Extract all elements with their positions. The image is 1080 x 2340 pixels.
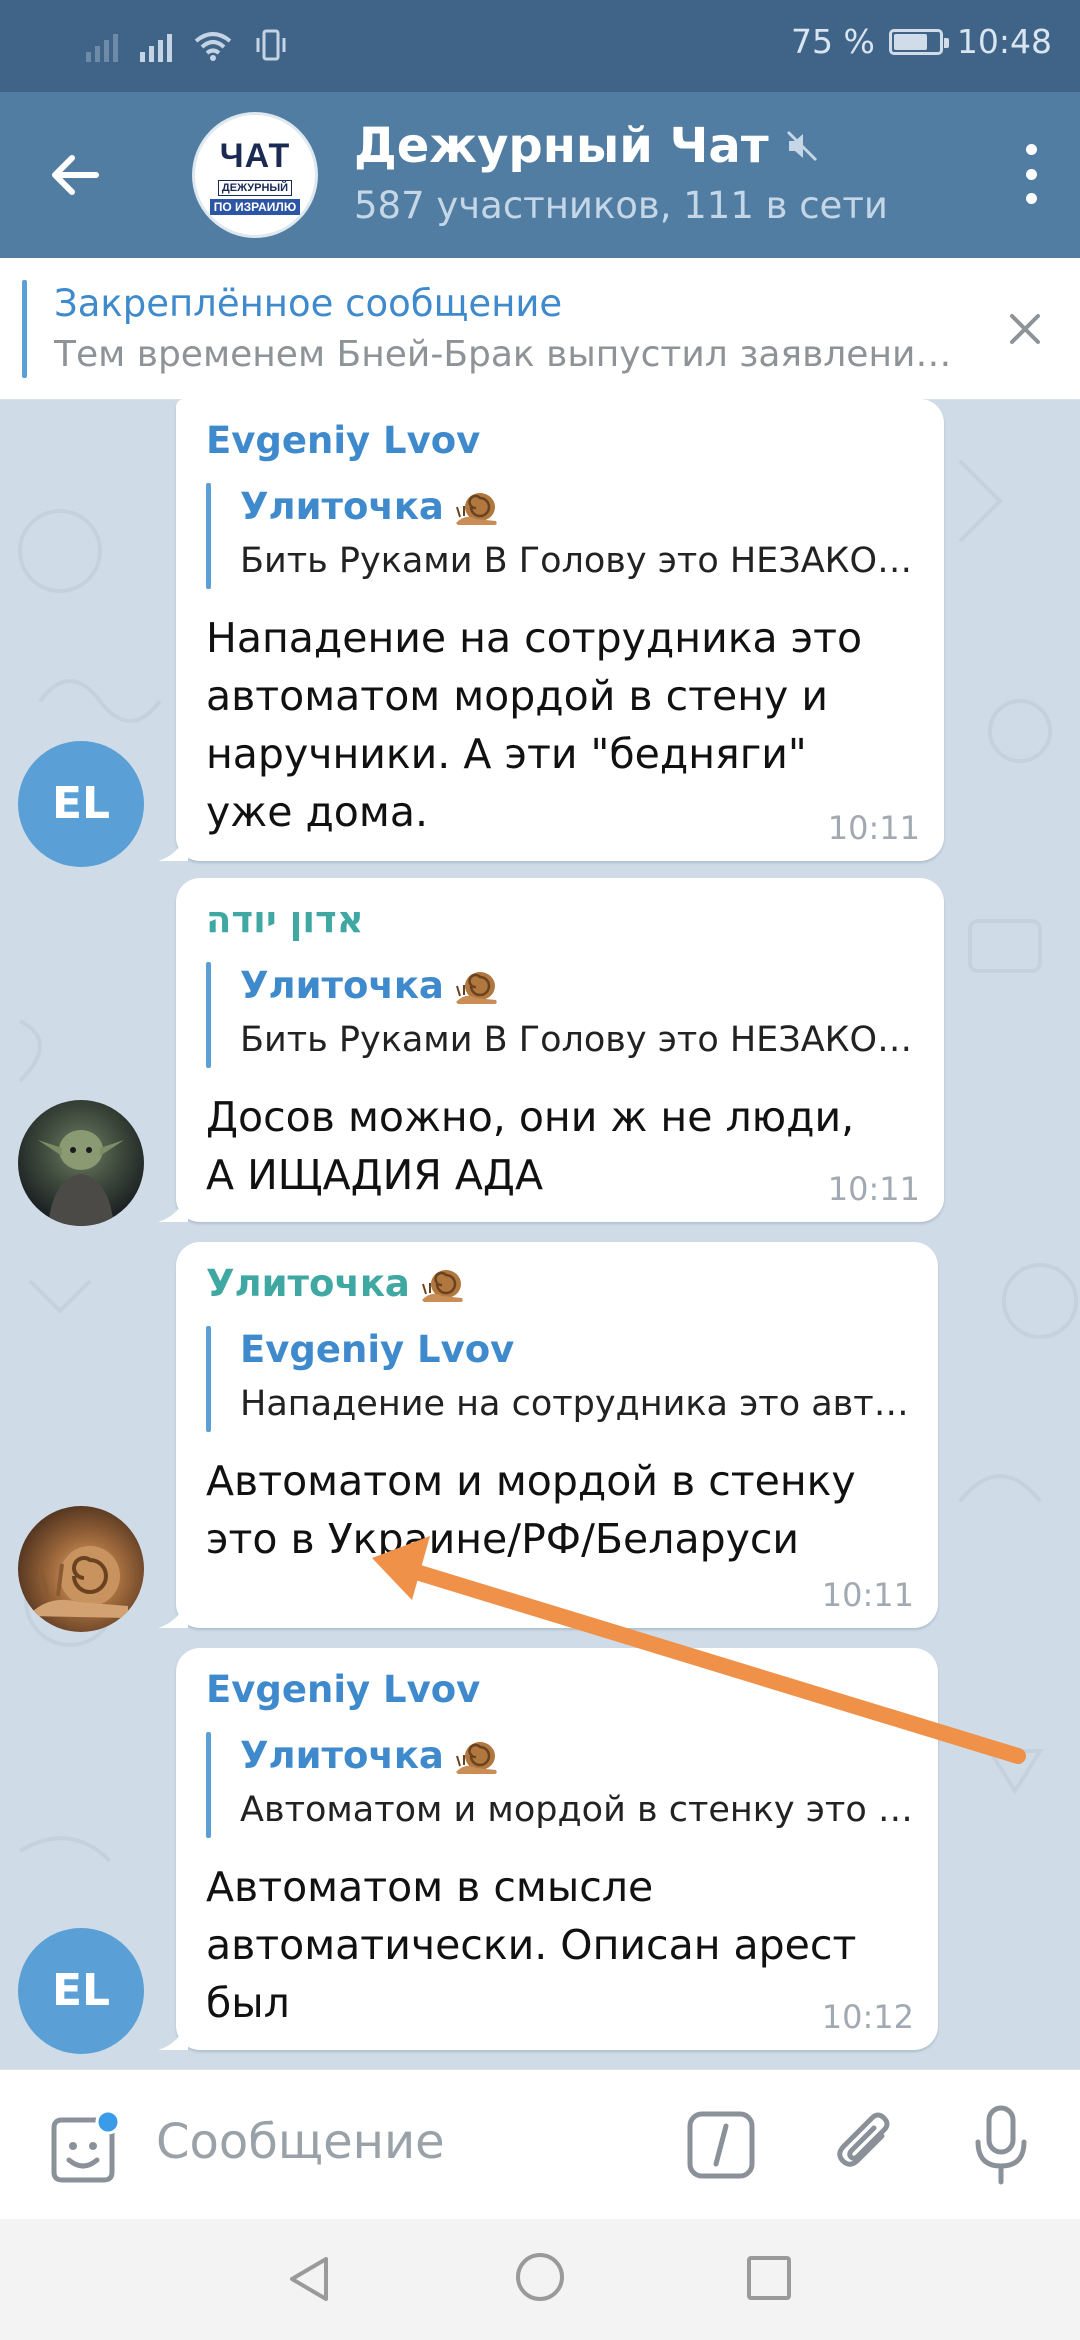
message-sender-name: Улиточка [206, 1262, 410, 1305]
message-sender[interactable]: Evgeniy Lvov [206, 419, 480, 462]
bubble-tail [158, 2022, 188, 2050]
back-arrow-icon[interactable] [40, 140, 110, 210]
yoda-avatar-image [38, 1130, 124, 1226]
avatar[interactable]: EL [18, 741, 144, 867]
muted-icon [786, 130, 817, 162]
message-2[interactable]: אדון יודה Улиточка Бить Руками В Голову … [0, 878, 1080, 1228]
reply-sender: Улиточка [240, 1734, 444, 1777]
snail-avatar-image [28, 1546, 128, 1618]
system-navigation-bar [0, 2219, 1080, 2340]
pinned-accent-bar [22, 280, 27, 378]
bubble-tail [158, 833, 188, 861]
message-4[interactable]: Evgeniy Lvov Улиточка Автоматом и мордой… [0, 1648, 1080, 2068]
reply-preview[interactable]: Улиточка Бить Руками В Голову это НЕЗАКО… [206, 962, 920, 1068]
message-1[interactable]: Evgeniy Lvov Улиточка Бить Руками В Голо… [0, 399, 1080, 873]
pinned-text: Тем временем Бней-Брак выпустил заявлени… [54, 334, 964, 375]
battery-percent: 75 % [791, 22, 875, 61]
message-bubble[interactable]: Evgeniy Lvov Улиточка Автоматом и мордой… [158, 1648, 938, 2050]
bot-command-icon[interactable] [686, 2110, 756, 2180]
reply-sender: Evgeniy Lvov [240, 1328, 515, 1371]
reply-preview[interactable]: Улиточка Автоматом и мордой в стенку это… [206, 1732, 915, 1838]
signal-sim1-icon [86, 26, 118, 62]
wifi-icon [194, 32, 232, 61]
microphone-icon[interactable] [970, 2104, 1032, 2188]
bubble-tail [158, 1194, 188, 1222]
message-time: 10:12 [821, 1998, 914, 2036]
message-time: 10:11 [821, 1576, 914, 1614]
snail-emoji-icon [455, 492, 497, 525]
chat-avatar[interactable]: ЧАТ ДЕЖУРНЫЙ ПО ИЗРАИЛЮ [192, 112, 318, 238]
bubble-tail [158, 1600, 188, 1628]
pinned-message-bar[interactable]: Закреплённое сообщение Тем временем Бней… [0, 258, 1080, 400]
chat-avatar-logo-line2: ПО ИЗРАИЛЮ [209, 199, 301, 215]
message-time: 10:11 [827, 809, 920, 847]
reply-preview[interactable]: Evgeniy Lvov Нападение на сотрудника это… [206, 1326, 915, 1432]
snail-emoji-icon [455, 971, 497, 1004]
vibrate-icon [256, 29, 286, 61]
message-text: Автоматом в смысле автоматически. Описан… [206, 1863, 857, 2027]
nav-home-icon[interactable] [512, 2249, 568, 2305]
message-input[interactable]: Сообщение [156, 2114, 445, 2170]
chat-avatar-logo-line1: ДЕЖУРНЫЙ [217, 180, 293, 196]
avatar[interactable] [18, 1506, 144, 1632]
chat-members-status: 587 участников, 111 в сети [354, 184, 888, 227]
snail-emoji-icon [421, 1269, 463, 1302]
close-icon[interactable] [1002, 306, 1048, 352]
avatar[interactable]: EL [18, 1928, 144, 2054]
chat-avatar-logo-text: ЧАТ [219, 137, 291, 175]
pinned-title: Закреплённое сообщение [54, 282, 563, 325]
reply-text: Бить Руками В Голову это НЕЗАКОННО [240, 541, 920, 581]
reply-sender: Улиточка [240, 485, 444, 528]
battery-icon [888, 28, 949, 55]
chat-title-text: Дежурный Чат [354, 118, 769, 174]
message-text: Нападение на сотрудника это автоматом мо… [206, 614, 863, 836]
message-bubble[interactable]: אדון יודה Улиточка Бить Руками В Голову … [158, 878, 944, 1222]
signal-sim2-icon [140, 26, 172, 62]
attach-icon[interactable] [830, 2106, 900, 2182]
message-bubble[interactable]: Улиточка Evgeniy Lvov Нападение на сотру… [158, 1242, 938, 1628]
more-menu-icon[interactable] [1020, 144, 1042, 204]
reply-preview[interactable]: Улиточка Бить Руками В Голову это НЕЗАКО… [206, 483, 920, 589]
message-time: 10:11 [827, 1170, 920, 1208]
message-sender[interactable]: Evgeniy Lvov [206, 1668, 480, 1711]
chat-title[interactable]: Дежурный Чат [354, 118, 819, 174]
reply-text: Бить Руками В Голову это НЕЗАКОННО [240, 1020, 920, 1060]
message-text: Досов можно, они ж не люди, А ИЩАДИЯ АДА [206, 1093, 855, 1199]
nav-recent-apps-icon[interactable] [744, 2253, 794, 2303]
avatar[interactable] [18, 1100, 144, 1226]
sticker-emoji-icon[interactable] [42, 2110, 124, 2192]
reply-text: Нападение на сотрудника это автоматом [240, 1384, 915, 1424]
status-bar: 75 % 10:48 [0, 0, 1080, 92]
nav-back-icon[interactable] [282, 2251, 338, 2307]
snail-emoji-icon [455, 1741, 497, 1774]
message-input-bar: Сообщение [0, 2069, 1080, 2219]
reply-text: Автоматом и мордой в стенку это в Украин… [240, 1790, 915, 1830]
message-sender[interactable]: אדון יודה [206, 898, 364, 941]
reply-sender: Улиточка [240, 964, 444, 1007]
message-bubble[interactable]: Evgeniy Lvov Улиточка Бить Руками В Голо… [158, 399, 944, 861]
message-sender[interactable]: Улиточка [206, 1262, 466, 1305]
clock: 10:48 [956, 22, 1052, 61]
message-text: Автоматом и мордой в стенку это в Украин… [206, 1457, 856, 1563]
message-3[interactable]: Улиточка Evgeniy Lvov Нападение на сотру… [0, 1242, 1080, 1634]
chat-header: ЧАТ ДЕЖУРНЫЙ ПО ИЗРАИЛЮ Дежурный Чат 587… [0, 92, 1080, 258]
